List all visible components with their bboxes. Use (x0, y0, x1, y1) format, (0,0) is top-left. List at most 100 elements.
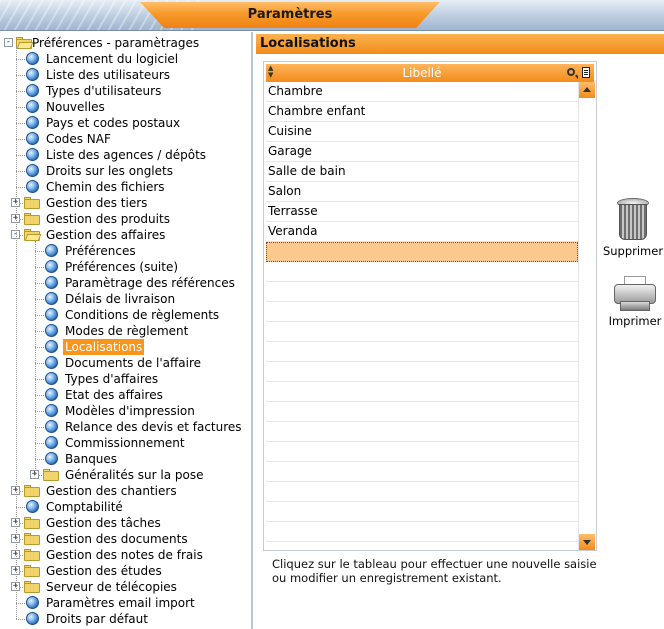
tree-item[interactable]: Codes NAF (0, 131, 250, 147)
empty-row[interactable] (266, 482, 578, 502)
column-header-label: Libellé (402, 66, 442, 80)
empty-row[interactable] (266, 362, 578, 382)
tree-item[interactable]: + Généralités sur la pose (0, 467, 250, 483)
tree-item[interactable]: Paramètrage des références (0, 275, 250, 291)
print-label: Imprimer (608, 314, 662, 328)
column-header-libelle[interactable]: ▲ ▼ Libellé (266, 64, 578, 82)
tree-item[interactable]: - Gestion des affaires (0, 227, 250, 243)
folder-icon (24, 517, 40, 529)
tree-item[interactable]: Liste des utilisateurs (0, 67, 250, 83)
tree-connector (16, 139, 25, 140)
tree-item[interactable]: + Gestion des notes de frais (0, 547, 250, 563)
delete-button[interactable]: Supprimer (602, 198, 664, 258)
tree-item[interactable]: Paramètres email import (0, 595, 250, 611)
table-row[interactable]: Cuisine (266, 122, 578, 142)
tree-item[interactable]: Relance des devis et factures (0, 419, 250, 435)
tree-item[interactable]: Liste des agences / dépôts (0, 147, 250, 163)
empty-row[interactable] (266, 422, 578, 442)
tree-item[interactable]: + Serveur de télécopies (0, 579, 250, 595)
vertical-scrollbar[interactable] (578, 82, 595, 550)
globe-icon (45, 260, 58, 273)
table-row[interactable]: Terrasse (266, 202, 578, 222)
tree-item[interactable]: + Gestion des produits (0, 211, 250, 227)
tree-connector (35, 379, 44, 380)
empty-row[interactable] (266, 442, 578, 462)
search-icon[interactable] (567, 68, 575, 76)
tree-connector (16, 507, 25, 508)
tree-item-label: Codes NAF (46, 132, 111, 146)
tree-item[interactable]: Comptabilité (0, 499, 250, 515)
empty-row[interactable] (266, 382, 578, 402)
new-entry-row[interactable] (266, 242, 578, 262)
tree-item[interactable]: Pays et codes postaux (0, 115, 250, 131)
empty-row[interactable] (266, 502, 578, 522)
tree-item[interactable]: Banques (0, 451, 250, 467)
globe-icon (45, 436, 58, 449)
tree-item[interactable]: Préférences (suite) (0, 259, 250, 275)
empty-row[interactable] (266, 522, 578, 542)
tree-item-label: Banques (65, 452, 118, 466)
tree-item[interactable]: Types d'utilisateurs (0, 83, 250, 99)
tree-item[interactable]: Modèles d'impression (0, 403, 250, 419)
tree-item[interactable]: Documents de l'affaire (0, 355, 250, 371)
window-title-tab: Paramètres (140, 2, 440, 28)
empty-row[interactable] (266, 322, 578, 342)
table-row[interactable]: Salon (266, 182, 578, 202)
tree-item-label: Conditions de règlements (65, 308, 220, 322)
scroll-up-button[interactable] (579, 82, 595, 98)
table-row[interactable]: Salle de bain (266, 162, 578, 182)
tree-item[interactable]: + Gestion des documents (0, 531, 250, 547)
tree-item[interactable]: Chemin des fichiers (0, 179, 250, 195)
tree-connector (35, 395, 44, 396)
tree-item-label: Chemin des fichiers (46, 180, 165, 194)
tree-connector (35, 251, 44, 252)
table-row[interactable]: Veranda (266, 222, 578, 242)
document-icon[interactable] (582, 67, 590, 78)
tree-connector (16, 171, 25, 172)
empty-row[interactable] (266, 462, 578, 482)
window-title-bar: Paramètres (0, 0, 664, 31)
tree-item[interactable]: Droits par défaut (0, 611, 250, 627)
empty-row[interactable] (266, 262, 578, 282)
table-row[interactable]: Chambre (266, 82, 578, 102)
empty-row[interactable] (266, 282, 578, 302)
panel-header: Localisations (256, 34, 664, 54)
tree-item[interactable]: Commissionnement (0, 435, 250, 451)
tree-item[interactable]: + Gestion des chantiers (0, 483, 250, 499)
tree-item-label: Localisations (63, 339, 145, 355)
tree-item[interactable]: Types d'affaires (0, 371, 250, 387)
grid-corner[interactable] (578, 64, 594, 82)
tree-item-label: Gestion des études (46, 564, 162, 578)
collapse-expander[interactable]: - (4, 38, 13, 47)
tree-item-label: Pays et codes postaux (46, 116, 181, 130)
empty-row[interactable] (266, 302, 578, 322)
tree-item[interactable]: Droits sur les onglets (0, 163, 250, 179)
tree-item[interactable]: Conditions de règlements (0, 307, 250, 323)
empty-row[interactable] (266, 402, 578, 422)
empty-row[interactable] (266, 342, 578, 362)
tree-item[interactable]: Localisations (0, 339, 250, 355)
printer-icon[interactable] (612, 276, 658, 312)
table-row[interactable]: Garage (266, 142, 578, 162)
table-row[interactable]: Chambre enfant (266, 102, 578, 122)
tree-item[interactable]: Modes de règlement (0, 323, 250, 339)
scroll-down-button[interactable] (579, 534, 595, 550)
tree-item[interactable]: Nouvelles (0, 99, 250, 115)
globe-icon (45, 452, 58, 465)
localisations-table[interactable]: ▲ ▼ Libellé Chambre Chambre enfant Cuisine G… (263, 61, 597, 551)
globe-icon (26, 84, 39, 97)
tree-item[interactable]: Délais de livraison (0, 291, 250, 307)
tree-item-label: Serveur de télécopies (46, 580, 177, 594)
tree-item[interactable]: Etat des affaires (0, 387, 250, 403)
tree-item[interactable]: + Gestion des études (0, 563, 250, 579)
tree-connector (35, 315, 44, 316)
tree-item[interactable]: + Gestion des tâches (0, 515, 250, 531)
tree-item[interactable]: Lancement du logiciel (0, 51, 250, 67)
folder-icon (43, 469, 59, 481)
tree-item[interactable]: + Gestion des tiers (0, 195, 250, 211)
print-button[interactable]: Imprimer (604, 276, 664, 328)
tree-item[interactable]: Préférences (0, 243, 250, 259)
trash-icon[interactable] (616, 198, 650, 242)
tree-item-label: Liste des utilisateurs (46, 68, 171, 82)
panel-title: Localisations (260, 36, 356, 51)
